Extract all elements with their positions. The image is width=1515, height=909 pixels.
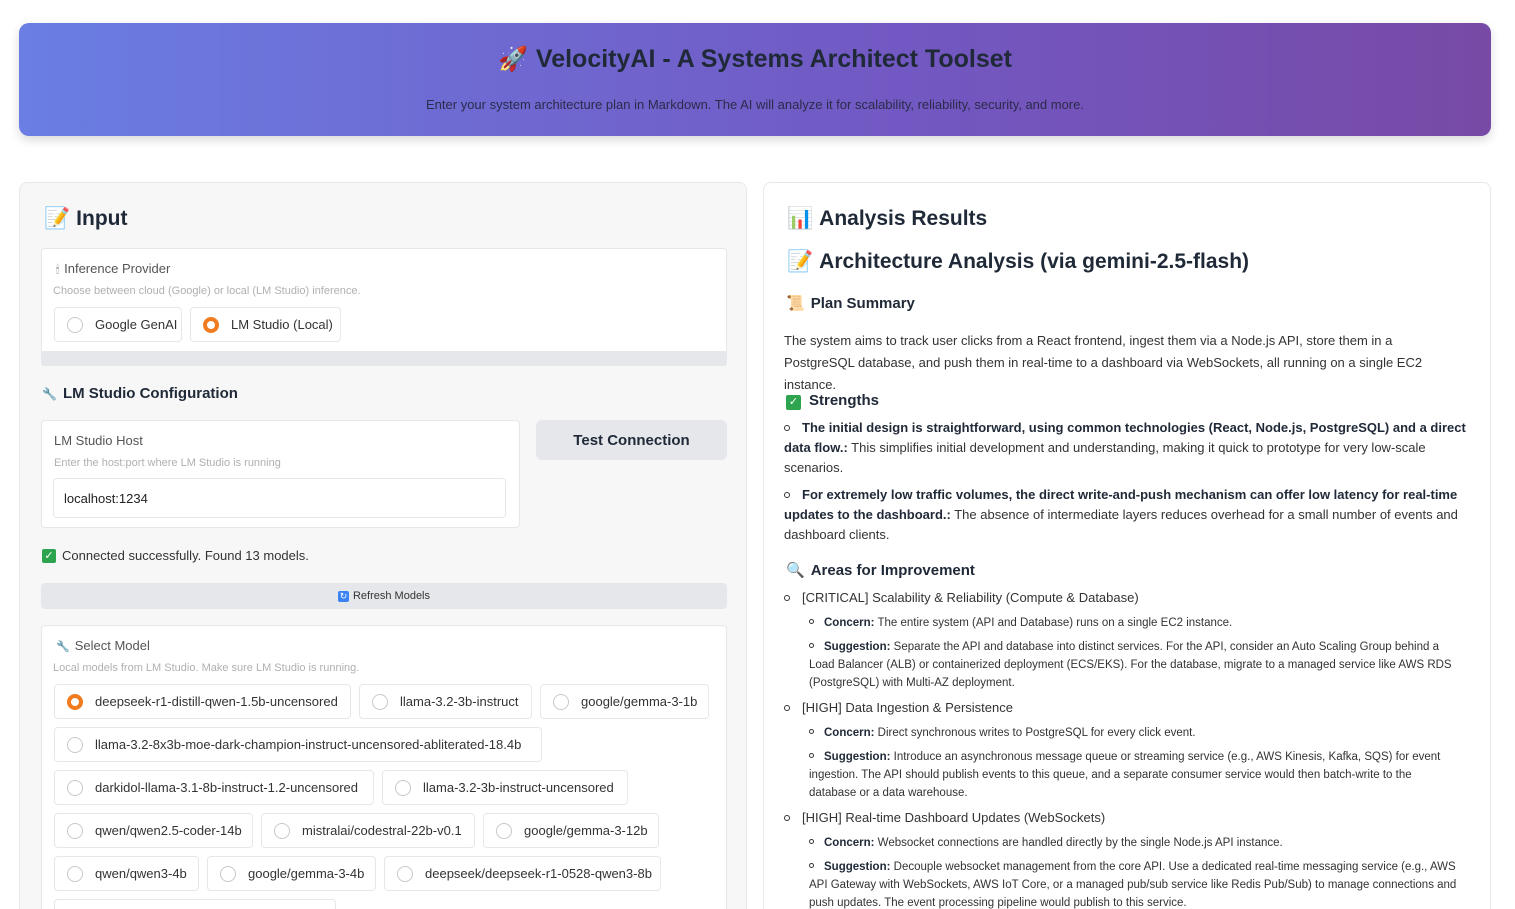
model-select-label: 🔧 Select Model bbox=[56, 638, 150, 653]
input-heading: 📝 Input bbox=[44, 207, 128, 230]
divider bbox=[42, 351, 726, 366]
plan-summary-text: The system aims to track user clicks fro… bbox=[784, 333, 1423, 392]
radio-unselected-icon[interactable] bbox=[395, 779, 411, 796]
improvement-suggestion: Suggestion: Introduce an asynchronous me… bbox=[809, 751, 1441, 799]
app-title: 🚀 VelocityAI - A Systems Architect Toolse… bbox=[498, 45, 1012, 73]
strengths-heading: ✓ Strengths bbox=[786, 392, 879, 410]
results-panel: 📊 Analysis Results 📝 Architecture Analysis… bbox=[763, 182, 1491, 909]
bullet-icon bbox=[784, 491, 790, 498]
analysis-title: 📝 Architecture Analysis (via gemini-2.5-f… bbox=[787, 250, 1250, 273]
wrench-icon: 🔧 bbox=[56, 641, 70, 653]
model-option[interactable]: darkidol-llama-3.1-8b-instruct-1.2-uncen… bbox=[54, 770, 374, 805]
model-option[interactable]: qwen/qwen2.5-coder-14b bbox=[54, 813, 253, 848]
model-option[interactable]: deepseek/deepseek-r1-0528-qwen3-8b bbox=[384, 856, 661, 891]
model-option[interactable]: google/gemma-3-12b bbox=[483, 813, 659, 848]
bullet-icon bbox=[809, 643, 814, 649]
radio-selected-icon[interactable] bbox=[203, 316, 219, 333]
bullet-icon bbox=[784, 424, 790, 431]
provider-group: 🕯 Inference Provider Choose between cloud… bbox=[41, 248, 727, 366]
bullet-icon bbox=[809, 753, 814, 759]
wrench-icon: 🔧 bbox=[42, 387, 57, 401]
memo-icon: 📝 bbox=[44, 207, 71, 230]
radio-unselected-icon[interactable] bbox=[553, 693, 569, 710]
improvement-concern: Concern: Direct synchronous writes to Po… bbox=[809, 724, 1459, 742]
radio-unselected-icon[interactable] bbox=[67, 736, 83, 753]
radio-unselected-icon[interactable] bbox=[67, 316, 83, 333]
radio-selected-icon[interactable] bbox=[67, 693, 83, 710]
provider-option-google[interactable]: Google GenAI bbox=[54, 307, 182, 342]
model-select-group: 🔧 Select Model Local models from LM Studi… bbox=[41, 625, 727, 909]
plan-summary-heading: 📜 Plan Summary bbox=[786, 295, 915, 312]
radio-unselected-icon[interactable] bbox=[67, 779, 83, 796]
bullet-icon bbox=[809, 729, 814, 735]
provider-option-lmstudio[interactable]: LM Studio (Local) bbox=[190, 307, 341, 342]
magnifier-icon: 🔍 bbox=[786, 562, 805, 579]
provider-info: Choose between cloud (Google) or local (… bbox=[53, 285, 361, 297]
bar-chart-icon: 📊 bbox=[787, 207, 814, 230]
model-select-info: Local models from LM Studio. Make sure L… bbox=[53, 662, 360, 674]
radio-unselected-icon[interactable] bbox=[496, 822, 512, 839]
host-info: Enter the host:port where LM Studio is r… bbox=[54, 457, 281, 469]
provider-label: 🕯 Inference Provider bbox=[56, 261, 171, 276]
radio-unselected-icon[interactable] bbox=[67, 865, 83, 882]
input-panel: 📝 Input 🕯 Inference Provider Choose betwee… bbox=[19, 182, 747, 909]
model-option[interactable]: mistralai/codestral-22b-v0.1 bbox=[261, 813, 475, 848]
refresh-models-button[interactable]: ↻ Refresh Models bbox=[41, 583, 727, 609]
bullet-icon bbox=[784, 814, 790, 821]
improvement-suggestion: Suggestion: Decouple websocket managemen… bbox=[809, 861, 1457, 909]
model-option[interactable]: deepseek-r1-distill-qwen-1.5b-uncensored bbox=[54, 684, 351, 719]
results-heading: 📊 Analysis Results bbox=[787, 207, 988, 230]
strength-item: For extremely low traffic volumes, the d… bbox=[784, 487, 1458, 542]
model-option[interactable]: google/gemma-3-1b bbox=[540, 684, 709, 719]
bullet-icon bbox=[809, 863, 814, 869]
model-option[interactable]: llama-3.2-8x3b-moe-dark-champion-instruc… bbox=[54, 727, 542, 762]
app-subtitle: Enter your system architecture plan in M… bbox=[426, 97, 1084, 112]
host-input[interactable] bbox=[53, 478, 506, 518]
bullet-icon bbox=[809, 619, 814, 625]
improvement-concern: Concern: Websocket connections are handl… bbox=[809, 834, 1459, 852]
bullet-icon bbox=[809, 839, 814, 845]
model-option[interactable]: qwen/qwen3-4b bbox=[54, 856, 199, 891]
scroll-icon: 📜 bbox=[786, 295, 805, 312]
radio-unselected-icon[interactable] bbox=[67, 822, 83, 839]
model-option[interactable]: llama-3.2-3b-instruct-uncensored bbox=[382, 770, 628, 805]
radio-unselected-icon[interactable] bbox=[274, 822, 290, 839]
radio-unselected-icon[interactable] bbox=[372, 693, 388, 710]
test-connection-button[interactable]: Test Connection bbox=[536, 420, 727, 460]
improvement-concern: Concern: The entire system (API and Data… bbox=[809, 614, 1459, 632]
improvement-title: [HIGH] Data Ingestion & Persistence bbox=[784, 698, 1013, 718]
check-icon: ✓ bbox=[42, 548, 56, 563]
bullet-icon bbox=[784, 704, 790, 711]
connection-status: ✓ Connected successfully. Found 13 model… bbox=[42, 548, 309, 563]
app-header: 🚀 VelocityAI - A Systems Architect Toolse… bbox=[19, 23, 1491, 136]
memo-icon: 📝 bbox=[787, 250, 814, 273]
rocket-icon: 🚀 bbox=[498, 46, 528, 73]
improvement-suggestion: Suggestion: Separate the API and databas… bbox=[809, 641, 1452, 689]
model-option[interactable]: llama-3.2-3b-instruct bbox=[359, 684, 532, 719]
improvements-heading: 🔍 Areas for Improvement bbox=[786, 562, 975, 579]
model-option-partial[interactable] bbox=[54, 899, 336, 909]
radio-unselected-icon[interactable] bbox=[397, 865, 413, 882]
refresh-icon: ↻ bbox=[337, 591, 349, 602]
strength-item: The initial design is straightforward, u… bbox=[784, 420, 1466, 475]
host-label: LM Studio Host bbox=[54, 433, 143, 448]
lm-config-heading: 🔧 LM Studio Configuration bbox=[42, 385, 238, 402]
model-option[interactable]: google/gemma-3-4b bbox=[207, 856, 376, 891]
bullet-icon bbox=[784, 594, 790, 601]
torch-icon: 🕯 bbox=[56, 264, 60, 276]
check-icon: ✓ bbox=[786, 395, 801, 410]
improvement-title: [CRITICAL] Scalability & Reliability (Co… bbox=[784, 588, 1139, 608]
radio-unselected-icon[interactable] bbox=[220, 865, 236, 882]
improvement-title: [HIGH] Real-time Dashboard Updates (WebS… bbox=[784, 808, 1105, 828]
